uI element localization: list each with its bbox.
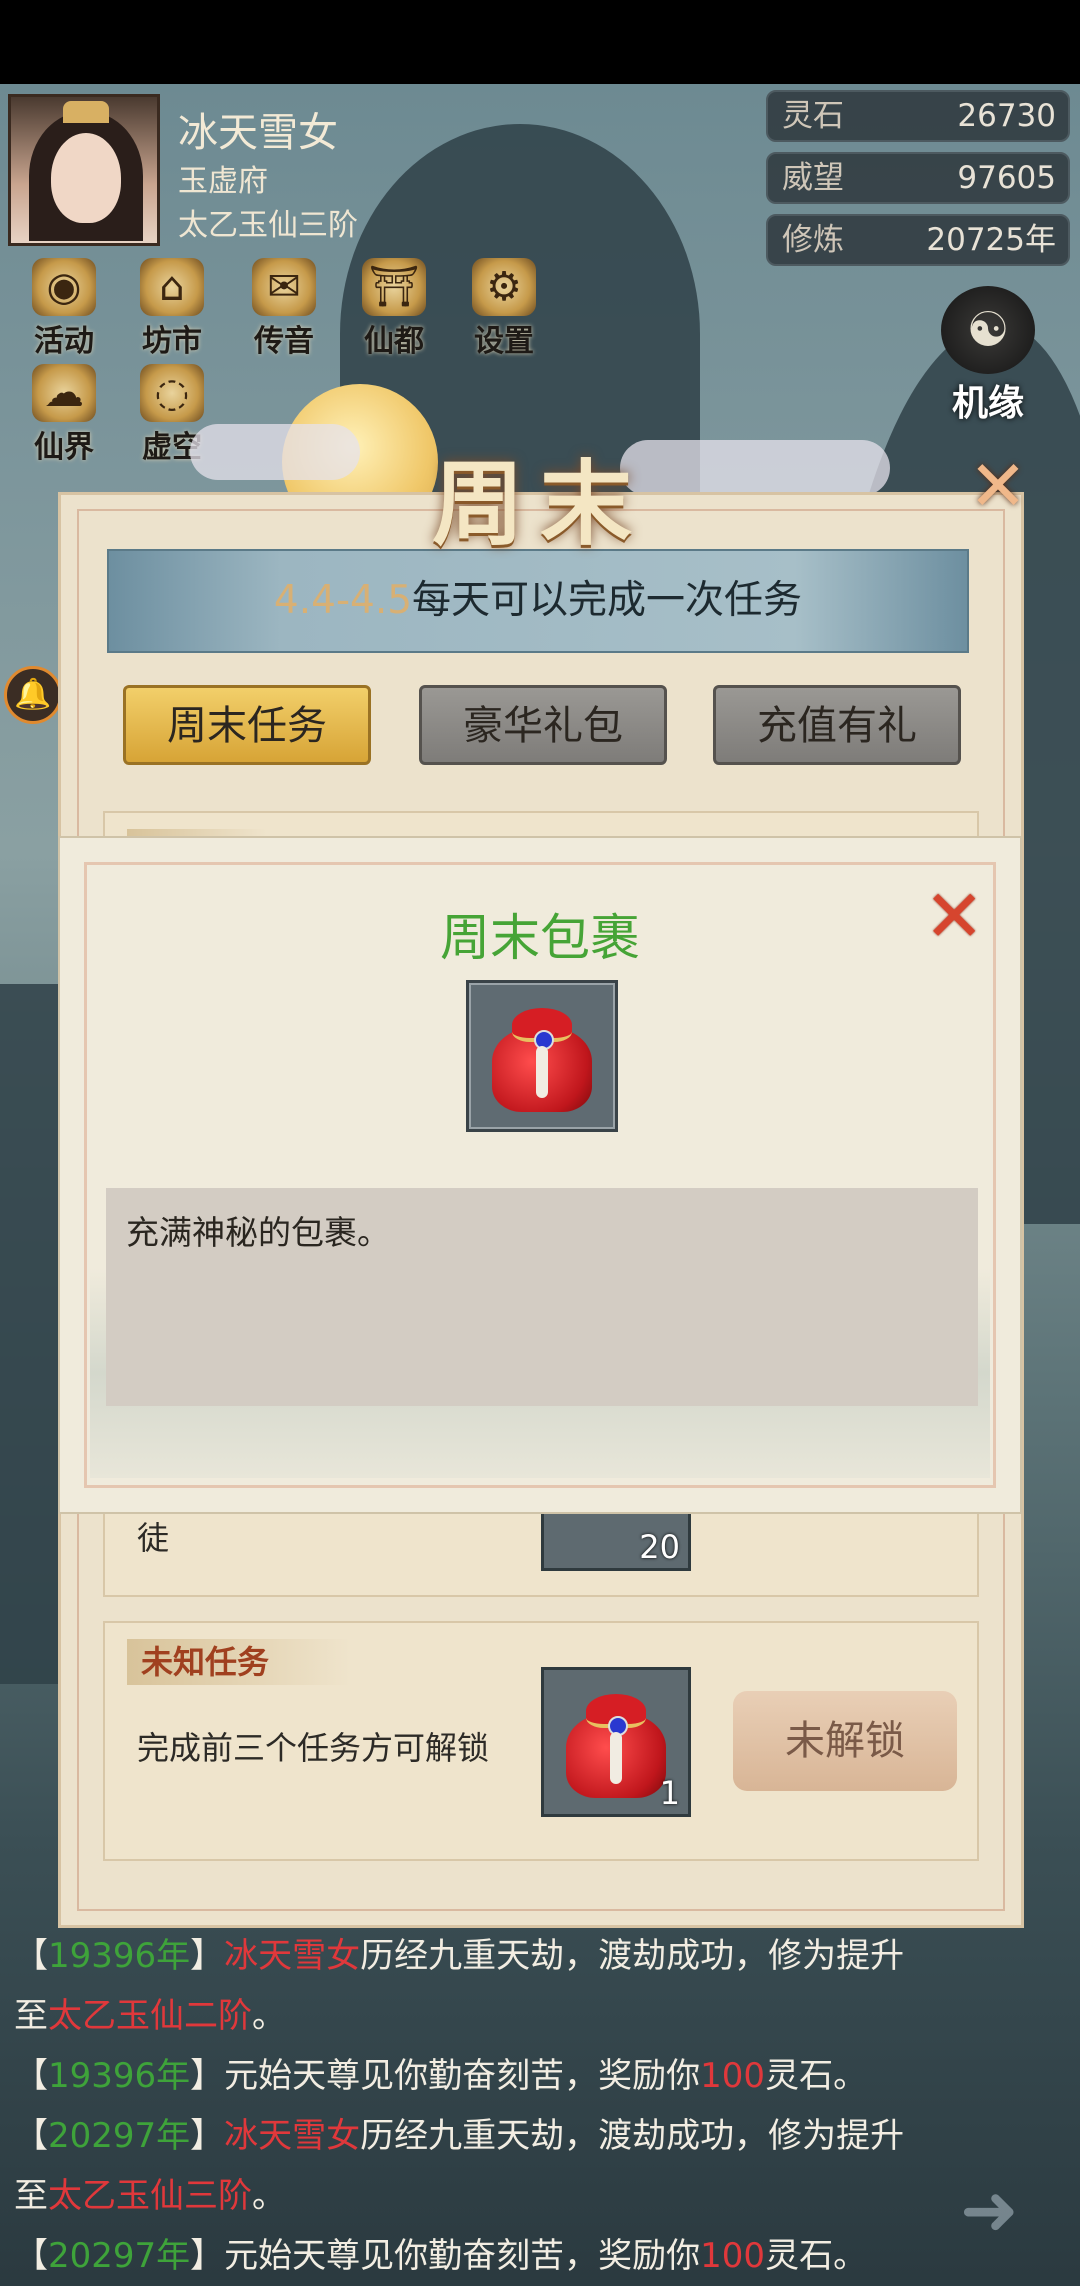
log-segment: 【 (14, 2236, 48, 2276)
resource-label: 修炼 (782, 222, 844, 258)
log-segment: 20297年 (48, 2236, 191, 2276)
status-bar (0, 0, 1080, 84)
log-segment: 】 (190, 2116, 225, 2156)
log-segment: 至 (14, 1996, 48, 2036)
red-bag-icon (560, 1686, 672, 1798)
panel-title: 周末 (431, 450, 648, 558)
log-line: 至太乙玉仙二阶。 (14, 1986, 1064, 2046)
event-log: 【19396年】冰天雪女历经九重天劫，渡劫成功，修为提升 至太乙玉仙二阶。 【193… (14, 1926, 1064, 2286)
modal-description: 充满神秘的包裹。 (106, 1188, 978, 1406)
log-line: 【20297年】元始天尊见你勤奋刻苦，奖励你100灵石。 (14, 2226, 1064, 2286)
red-bag-icon (486, 1000, 598, 1112)
mail-icon: ✉ (252, 258, 316, 316)
task-tag: 未知任务 (127, 1639, 351, 1685)
modal-item-slot (466, 980, 618, 1132)
tab-luxury-pack[interactable]: 豪华礼包 (419, 685, 667, 765)
log-segment: 冰天雪女 (224, 2116, 361, 2156)
gear-icon: ⚙ (472, 258, 536, 316)
player-realm: 太乙玉仙三阶 (178, 208, 358, 243)
log-segment: 太乙玉仙三阶 (48, 2176, 252, 2216)
log-line: 至太乙玉仙三阶。 (14, 2166, 1064, 2226)
log-segment: 至 (14, 2176, 48, 2216)
locked-button[interactable]: 未解锁 (733, 1691, 957, 1791)
player-sect: 玉虚府 (178, 164, 268, 199)
player-avatar[interactable] (8, 94, 160, 246)
fortune-icon: ☯ (941, 286, 1035, 374)
log-segment: 历经九重天劫，渡劫成功，修为提升 (360, 1936, 905, 1976)
pavilion-icon: ⛩ (362, 258, 426, 316)
item-count: 20 (639, 1528, 680, 1566)
log-segment: 灵石。 (765, 2056, 868, 2096)
modal-title: 周末包裹 (440, 909, 640, 967)
task-reward-slot[interactable]: 1 (541, 1667, 691, 1817)
log-segment: 19396年 (48, 1936, 191, 1976)
realm-icon: ☁ (32, 364, 96, 422)
jiyuan-button[interactable]: ☯ 机缘 (926, 286, 1050, 426)
menu-xiandu[interactable]: ⛩ 仙都 (346, 258, 442, 360)
item-modal: 周末包裹 ✕ 充满神秘的包裹。 (58, 836, 1022, 1514)
menu-mail[interactable]: ✉ 传音 (236, 258, 332, 360)
resource-label: 灵石 (782, 98, 844, 134)
resource-label: 威望 (782, 160, 844, 196)
menu-label: 设置 (474, 324, 534, 359)
menu-settings[interactable]: ⚙ 设置 (456, 258, 552, 360)
market-icon: ⌂ (140, 258, 204, 316)
close-icon[interactable]: ✕ (962, 450, 1034, 522)
log-segment: 。 (252, 1996, 286, 2036)
log-segment: 】 (190, 1936, 225, 1976)
log-segment: 100 (700, 2236, 766, 2276)
task-desc-partial: 徒 (137, 1519, 170, 1557)
log-line: 【19396年】元始天尊见你勤奋刻苦，奖励你100灵石。 (14, 2046, 1064, 2106)
log-line: 【19396年】冰天雪女历经九重天劫，渡劫成功，修为提升 (14, 1926, 1064, 1986)
event-text: 每天可以完成一次任务 (412, 578, 803, 623)
log-segment: 【 (14, 2116, 48, 2156)
menu-label: 活动 (34, 324, 94, 359)
resource-lingshi: 灵石 26730 (766, 90, 1070, 142)
player-name: 冰天雪女 (178, 110, 338, 156)
log-segment: 100 (700, 2056, 766, 2096)
log-segment: 【 (14, 2056, 48, 2096)
menu-activity[interactable]: ◉ 活动 (16, 258, 112, 360)
log-line: 【20297年】冰天雪女历经九重天劫，渡劫成功，修为提升 (14, 2106, 1064, 2166)
resource-weiwang: 威望 97605 (766, 152, 1070, 204)
log-segment: 。 (252, 2176, 286, 2216)
log-segment: 【 (14, 1936, 48, 1976)
jiyuan-label: 机缘 (951, 382, 1024, 424)
resource-value: 97605 (957, 160, 1056, 196)
close-icon[interactable]: ✕ (924, 880, 984, 952)
bell-icon[interactable]: 🔔 (4, 666, 62, 724)
log-segment: 历经九重天劫，渡劫成功，修为提升 (360, 2116, 905, 2156)
tab-weekend-tasks[interactable]: 周末任务 (123, 685, 371, 765)
unknown-task-card: 未知任务 完成前三个任务方可解锁 1 未解锁 (103, 1621, 979, 1861)
menu-label: 坊市 (142, 324, 202, 359)
log-segment: 冰天雪女 (224, 1936, 361, 1976)
menu-label: 传音 (254, 324, 314, 359)
menu-label: 仙都 (364, 324, 424, 359)
log-segment: 】元始天尊见你勤奋刻苦，奖励你 (190, 2056, 701, 2096)
resource-value: 26730 (957, 98, 1056, 134)
tab-recharge-gift[interactable]: 充值有礼 (713, 685, 961, 765)
menu-market[interactable]: ⌂ 坊市 (124, 258, 220, 360)
event-banner: 4.4-4.5每天可以完成一次任务 (107, 549, 969, 653)
arrow-icon[interactable]: ➜ (960, 2175, 1050, 2245)
log-segment: 20297年 (48, 2116, 191, 2156)
coin-icon: ◉ (32, 258, 96, 316)
log-segment: 灵石。 (765, 2236, 868, 2276)
resource-xiulian: 修炼 20725年 (766, 214, 1070, 266)
log-segment: 19396年 (48, 2056, 191, 2096)
log-segment: 】元始天尊见你勤奋刻苦，奖励你 (190, 2236, 701, 2276)
event-date: 4.4-4.5 (273, 578, 413, 623)
item-count: 1 (659, 1774, 680, 1812)
log-segment: 太乙玉仙二阶 (48, 1996, 252, 2036)
resource-value: 20725年 (926, 222, 1056, 258)
task-desc: 完成前三个任务方可解锁 (137, 1729, 490, 1767)
void-icon: ◌ (140, 364, 204, 422)
